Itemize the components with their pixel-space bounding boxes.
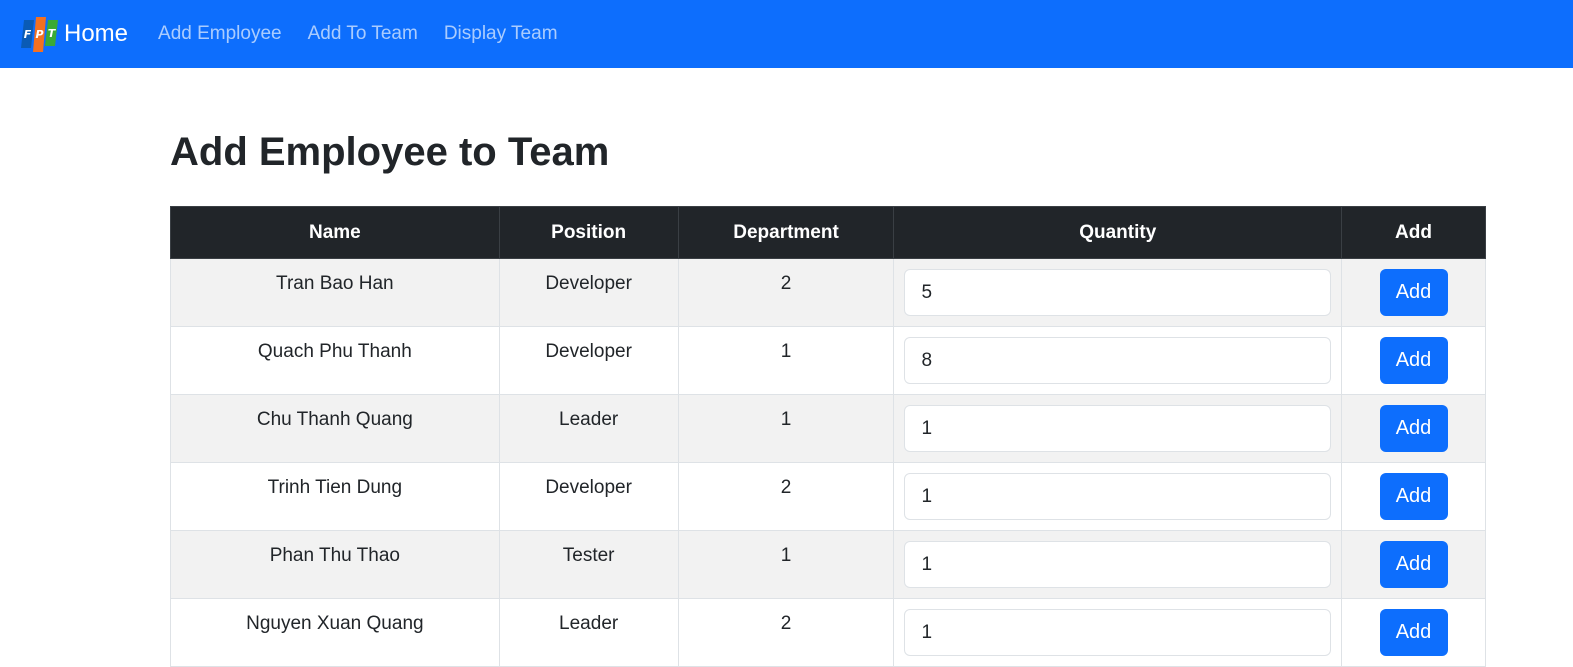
fpt-logo-icon: F P T xyxy=(20,16,58,52)
cell-name: Trinh Tien Dung xyxy=(170,462,500,531)
cell-quantity xyxy=(893,598,1343,667)
header-position: Position xyxy=(498,206,679,259)
add-button[interactable]: Add xyxy=(1379,337,1448,384)
cell-position: Developer xyxy=(498,326,679,395)
cell-add: Add xyxy=(1341,598,1486,667)
brand-label: Home xyxy=(64,20,129,47)
header-row: Name Position Department Quantity Add xyxy=(170,206,1486,259)
cell-position: Leader xyxy=(498,598,679,667)
table-header: Name Position Department Quantity Add xyxy=(170,206,1486,259)
cell-position: Tester xyxy=(498,530,679,599)
cell-position: Leader xyxy=(498,394,679,463)
cell-name: Quach Phu Thanh xyxy=(170,326,500,395)
cell-add: Add xyxy=(1341,530,1486,599)
quantity-input[interactable] xyxy=(904,473,1332,520)
add-button[interactable]: Add xyxy=(1379,269,1448,316)
cell-name: Phan Thu Thao xyxy=(170,530,500,599)
nav-display-team[interactable]: Display Team xyxy=(444,23,558,45)
nav-add-to-team[interactable]: Add To Team xyxy=(308,23,418,45)
logo-letter-f: F xyxy=(24,28,32,41)
table-row: Trinh Tien Dung Developer 2 Add xyxy=(170,462,1486,531)
quantity-input[interactable] xyxy=(904,609,1332,656)
cell-department: 1 xyxy=(677,530,895,599)
quantity-input[interactable] xyxy=(904,405,1332,452)
add-button[interactable]: Add xyxy=(1379,405,1448,452)
cell-quantity xyxy=(893,530,1343,599)
page-title: Add Employee to Team xyxy=(170,130,610,174)
cell-position: Developer xyxy=(498,462,679,531)
add-button[interactable]: Add xyxy=(1379,609,1448,656)
cell-position: Developer xyxy=(498,258,679,327)
nav-add-employee[interactable]: Add Employee xyxy=(158,23,282,45)
cell-name: Tran Bao Han xyxy=(170,258,500,327)
header-quantity: Quantity xyxy=(893,206,1343,259)
cell-quantity xyxy=(893,462,1343,531)
header-add: Add xyxy=(1341,206,1486,259)
cell-department: 2 xyxy=(677,258,895,327)
cell-department: 2 xyxy=(677,462,895,531)
cell-add: Add xyxy=(1341,326,1486,395)
quantity-input[interactable] xyxy=(904,269,1332,316)
header-department: Department xyxy=(677,206,895,259)
logo-letter-p: P xyxy=(35,28,43,41)
cell-name: Chu Thanh Quang xyxy=(170,394,500,463)
table-body: Tran Bao Han Developer 2 Add Quach Phu T… xyxy=(170,258,1486,667)
cell-add: Add xyxy=(1341,258,1486,327)
brand-home-link[interactable]: F P T Home xyxy=(20,16,128,52)
cell-quantity xyxy=(893,258,1343,327)
cell-add: Add xyxy=(1341,394,1486,463)
quantity-input[interactable] xyxy=(904,337,1332,384)
add-button[interactable]: Add xyxy=(1379,541,1448,588)
employee-table: Name Position Department Quantity Add Tr… xyxy=(170,206,1486,667)
cell-department: 1 xyxy=(677,394,895,463)
header-name: Name xyxy=(170,206,500,259)
cell-add: Add xyxy=(1341,462,1486,531)
cell-department: 1 xyxy=(677,326,895,395)
table-row: Nguyen Xuan Quang Leader 2 Add xyxy=(170,598,1486,667)
cell-department: 2 xyxy=(677,598,895,667)
cell-quantity xyxy=(893,326,1343,395)
cell-quantity xyxy=(893,394,1343,463)
table-row: Tran Bao Han Developer 2 Add xyxy=(170,258,1486,327)
table-row: Phan Thu Thao Tester 1 Add xyxy=(170,530,1486,599)
table-row: Chu Thanh Quang Leader 1 Add xyxy=(170,394,1486,463)
top-navbar: F P T Home Add Employee Add To Team Disp… xyxy=(0,0,1573,68)
add-button[interactable]: Add xyxy=(1379,473,1448,520)
cell-name: Nguyen Xuan Quang xyxy=(170,598,500,667)
table-row: Quach Phu Thanh Developer 1 Add xyxy=(170,326,1486,395)
quantity-input[interactable] xyxy=(904,541,1332,588)
